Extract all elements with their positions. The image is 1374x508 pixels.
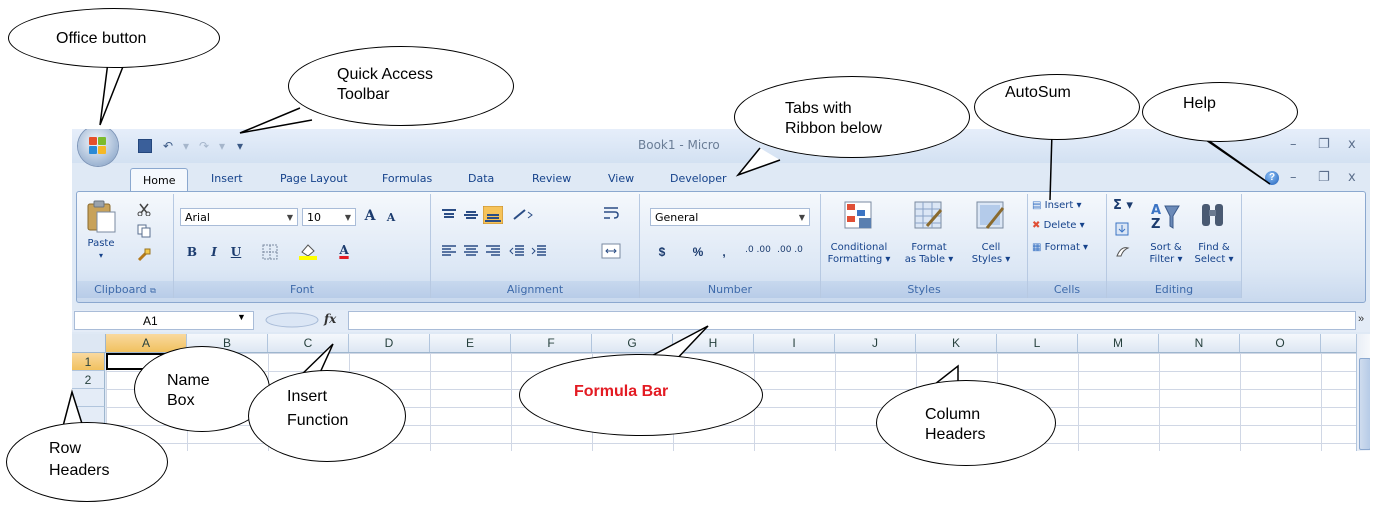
callout-tabs: Tabs with Ribbon below	[734, 76, 970, 158]
callout-autosum: AutoSum	[974, 74, 1140, 140]
callout-formula-bar: Formula Bar	[519, 354, 763, 436]
callout-office-button: Office button	[8, 8, 220, 68]
callout-row-headers: Row Headers	[6, 422, 168, 502]
callout-help: Help	[1142, 82, 1298, 142]
callout-quick-access-toolbar: Quick Access Toolbar	[288, 46, 514, 126]
annotated-screenshot: ↶ ▾ ↷ ▾ ▾ Book1 - Micro – ❐ x Home Inser…	[0, 0, 1374, 508]
callout-column-headers: Column Headers	[876, 380, 1056, 466]
callout-insert-function: Insert Function	[248, 370, 406, 462]
